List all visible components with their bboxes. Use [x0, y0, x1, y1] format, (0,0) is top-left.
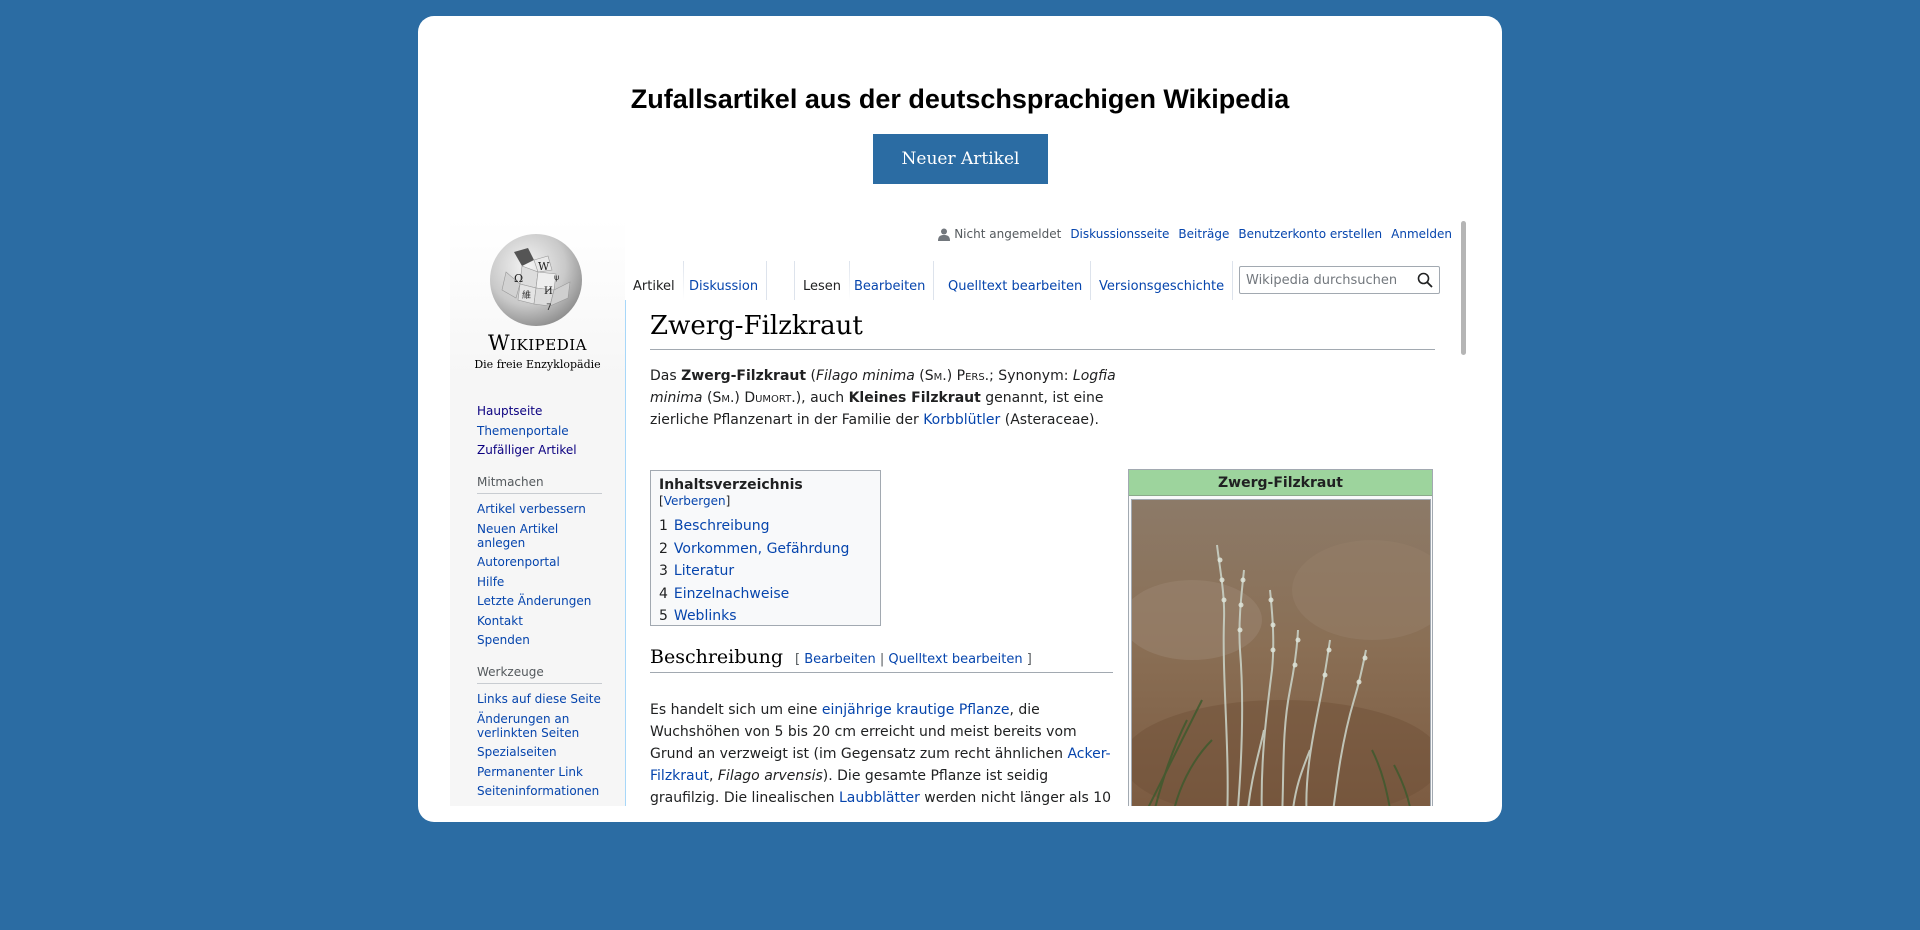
nav-link-artikel-verbessern[interactable]: Artikel verbessern: [477, 502, 602, 516]
tab-bearbeiten[interactable]: Bearbeiten: [846, 261, 935, 301]
toc-item: 3 Literatur: [659, 563, 735, 579]
main-card: Zufallsartikel aus der deutschsprachigen…: [418, 16, 1502, 822]
page-title: Zufallsartikel aus der deutschsprachigen…: [630, 84, 1290, 114]
section-heading-beschreibung: Beschreibung [ Bearbeiten | Quelltext be…: [650, 646, 1113, 673]
toc-link-beschreibung[interactable]: Beschreibung: [674, 518, 770, 534]
svg-text:7: 7: [546, 303, 552, 313]
wiki-sidebar: W Ω И 維 ψ 7 Wikipedia Die freie Enzyklop…: [450, 219, 625, 806]
toc-item: 4 Einzelnachweise: [659, 585, 790, 602]
nav-link-aenderungen-verlinkte-seiten[interactable]: Änderungen an verlinkten Seiten: [477, 712, 587, 740]
tab-quelltext-bearbeiten[interactable]: Quelltext bearbeiten: [940, 261, 1092, 301]
toc-item: 2 Vorkommen, Gefährdung: [659, 540, 850, 557]
plant-photo[interactable]: [1131, 499, 1431, 806]
taxobox: Zwerg-Filzkraut: [1128, 469, 1433, 806]
nav-link-links-auf-diese-seite[interactable]: Links auf diese Seite: [477, 692, 602, 706]
svg-text:ψ: ψ: [554, 273, 559, 282]
user-icon: [938, 228, 951, 241]
nav-link-themenportale[interactable]: Themenportale: [477, 424, 602, 438]
article-content: Zwerg-Filzkraut Das Zwerg-Filzkraut (Fil…: [625, 300, 1455, 806]
nav-mitmachen: Mitmachen Artikel verbessern Neuen Artik…: [477, 475, 602, 653]
nav-link-zufaelliger-artikel[interactable]: Zufälliger Artikel: [477, 443, 602, 457]
link-anmelden[interactable]: Anmelden: [1391, 227, 1452, 241]
toc-link-literatur[interactable]: Literatur: [674, 563, 734, 579]
not-logged-in-label: Nicht angemeldet: [954, 227, 1062, 241]
tab-artikel[interactable]: Artikel: [625, 261, 684, 301]
frame-scrollbar[interactable]: [1461, 221, 1466, 355]
link-diskussionsseite[interactable]: Diskussionsseite: [1070, 227, 1169, 241]
nav-link-seiteninformationen[interactable]: Seiteninformationen: [477, 784, 602, 798]
nav-link-kontakt[interactable]: Kontakt: [477, 614, 602, 628]
section-paragraph: Es handelt sich um eine einjährige kraut…: [650, 702, 1112, 806]
nav-link-letzte-aenderungen[interactable]: Letzte Änderungen: [477, 594, 602, 608]
section-edit-links: [ Bearbeiten | Quelltext bearbeiten ]: [795, 652, 1032, 667]
nav-werkzeuge: Werkzeuge Links auf diese Seite Änderung…: [477, 665, 602, 804]
link-korbbluetler[interactable]: Korbblütler: [923, 412, 1000, 428]
search-box: [1239, 266, 1440, 294]
toc-link-vorkommen[interactable]: Vorkommen, Gefährdung: [674, 541, 850, 557]
nav-link-hilfe[interactable]: Hilfe: [477, 575, 602, 589]
toc-link-einzelnachweise[interactable]: Einzelnachweise: [674, 586, 789, 602]
toc-item: 5 Weblinks: [659, 608, 737, 624]
svg-text:И: И: [544, 286, 553, 297]
nav-main: Hauptseite Themenportale Zufälliger Arti…: [477, 404, 602, 463]
section-edit-link[interactable]: Bearbeiten: [804, 652, 875, 667]
svg-text:Ω: Ω: [514, 272, 523, 285]
nav-link-permanenter-link[interactable]: Permanenter Link: [477, 765, 602, 779]
new-article-button[interactable]: Neuer Artikel: [873, 134, 1048, 184]
nav-link-neuen-artikel-anlegen[interactable]: Neuen Artikel anlegen: [477, 522, 567, 550]
link-einjaehrige-krautige-pflanze[interactable]: einjährige krautige Pflanze: [822, 702, 1010, 718]
toc-link-weblinks[interactable]: Weblinks: [674, 608, 737, 624]
search-icon[interactable]: [1417, 272, 1433, 288]
nav-heading-mitmachen: Mitmachen: [477, 475, 602, 494]
toc-item: 1 Beschreibung: [659, 518, 770, 534]
wikipedia-wordmark: Wikipedia: [488, 331, 587, 355]
svg-text:W: W: [538, 260, 550, 273]
link-beitraege[interactable]: Beiträge: [1178, 227, 1229, 241]
personal-tools: Nicht angemeldet Diskussionsseite Beiträ…: [938, 227, 1452, 241]
tab-versionsgeschichte[interactable]: Versionsgeschichte: [1091, 261, 1234, 301]
table-of-contents: Inhaltsverzeichnis [Verbergen] 1 Beschrei…: [650, 470, 881, 626]
nav-heading-werkzeuge: Werkzeuge: [477, 665, 602, 684]
link-benutzerkonto-erstellen[interactable]: Benutzerkonto erstellen: [1238, 227, 1382, 241]
user-status: Nicht angemeldet: [938, 227, 1061, 241]
section-source-edit-link[interactable]: Quelltext bearbeiten: [888, 652, 1022, 667]
nav-link-spezialseiten[interactable]: Spezialseiten: [477, 745, 602, 759]
tab-diskussion[interactable]: Diskussion: [681, 261, 768, 301]
toc-title: Inhaltsverzeichnis [Verbergen]: [659, 477, 803, 508]
wikipedia-tagline: Die freie Enzyklopädie: [474, 358, 601, 371]
wikipedia-frame[interactable]: W Ω И 維 ψ 7 Wikipedia Die freie Enzyklop…: [450, 219, 1470, 806]
link-laubblaetter[interactable]: Laubblätter: [839, 790, 920, 806]
wikipedia-globe-logo-icon[interactable]: W Ω И 維 ψ 7: [484, 232, 588, 327]
article-title: Zwerg-Filzkraut: [650, 309, 1435, 350]
svg-text:維: 維: [522, 289, 531, 301]
toc-list: 1 Beschreibung 2 Vorkommen, Gefährdung 3 Li…: [659, 515, 872, 628]
nav-link-spenden[interactable]: Spenden: [477, 633, 602, 647]
article-intro: Das Zwerg-Filzkraut (Filago minima (Sm.)…: [650, 368, 1116, 428]
search-input[interactable]: [1240, 267, 1410, 293]
taxobox-title: Zwerg-Filzkraut: [1129, 470, 1432, 496]
tab-lesen[interactable]: Lesen: [795, 261, 851, 301]
toc-toggle-link[interactable]: Verbergen: [664, 494, 726, 508]
nav-link-autorenportal[interactable]: Autorenportal: [477, 555, 602, 569]
tab-spacer: [767, 261, 795, 301]
nav-link-hauptseite[interactable]: Hauptseite: [477, 404, 602, 418]
plant-photo-image: [1132, 500, 1430, 806]
